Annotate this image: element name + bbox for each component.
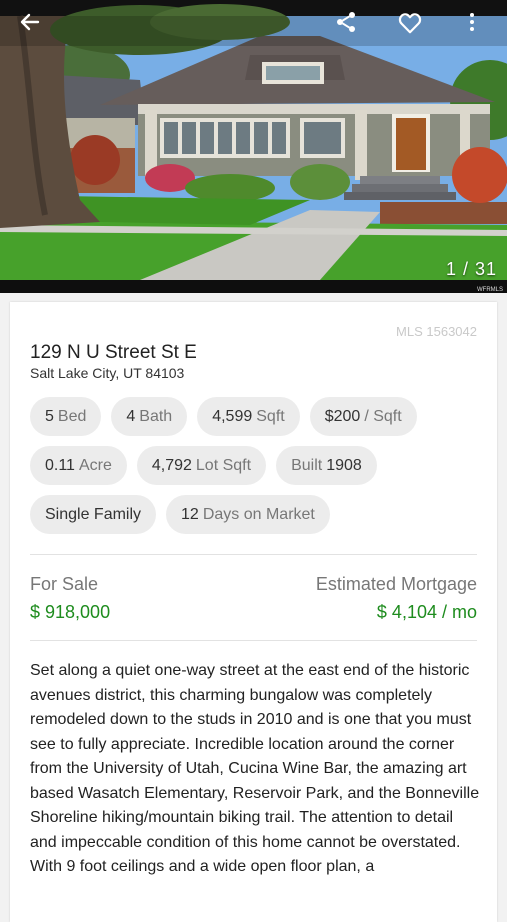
- baths-value: 4: [126, 407, 136, 425]
- acre-label: Acre: [78, 456, 112, 474]
- heart-outline-icon: [398, 13, 422, 34]
- beds-label: Bed: [57, 407, 87, 425]
- beds-value: 5: [45, 407, 54, 425]
- photo-watermark: WFRMLS: [477, 287, 503, 293]
- built-label: Built: [291, 456, 323, 474]
- listing-price: $ 918,000: [30, 602, 111, 622]
- mls-number: MLS 1563042: [396, 324, 477, 339]
- back-button[interactable]: [18, 10, 48, 40]
- facts-chips: 5 Bed 4 Bath 4,599 Sqft $200/ Sqft 0.11 Acre…: [30, 397, 490, 544]
- sqft-label: Sqft: [256, 407, 285, 425]
- mortgage-label[interactable]: Estimated Mortgage: [316, 574, 477, 595]
- lot-value: 4,792: [151, 456, 192, 474]
- chip-year-built: Built 1908: [276, 446, 377, 485]
- address-street: 129 N U Street St E: [30, 342, 197, 363]
- sqft-value: 4,599: [212, 407, 253, 425]
- more-vertical-icon: [470, 13, 474, 31]
- ppsf-value: $200: [324, 407, 361, 425]
- share-button[interactable]: [334, 10, 364, 40]
- chip-price-per-sqft: $200/ Sqft: [309, 397, 417, 436]
- address-city: Salt Lake City, UT 84103: [30, 365, 185, 381]
- chip-acre: 0.11 Acre: [30, 446, 127, 485]
- status-label: For Sale: [30, 574, 99, 594]
- ppsf-label: / Sqft: [364, 407, 402, 425]
- chip-beds: 5 Bed: [30, 397, 102, 436]
- listing-description: Set along a quiet one-way street at the …: [30, 662, 480, 875]
- divider: [30, 554, 477, 555]
- photo-counter: 1 / 31: [445, 259, 497, 279]
- arrow-left-icon: [20, 13, 40, 31]
- house-photo-illustration: [0, 0, 507, 293]
- baths-label: Bath: [139, 407, 173, 425]
- mortgage-value[interactable]: $ 4,104 / mo: [377, 602, 477, 623]
- divider: [30, 640, 477, 641]
- built-value: 1908: [326, 456, 362, 474]
- share-icon: [337, 12, 355, 32]
- dom-label: Days on Market: [202, 505, 315, 523]
- chip-baths: 4 Bath: [111, 397, 188, 436]
- chip-sqft: 4,599 Sqft: [197, 397, 300, 436]
- favorite-button[interactable]: [397, 10, 427, 40]
- chip-days-on-market: 12 Days on Market: [166, 495, 330, 534]
- chip-lot-sqft: 4,792 Lot Sqft: [136, 446, 267, 485]
- more-options-button[interactable]: [460, 10, 490, 40]
- chip-property-type: Single Family: [30, 495, 157, 534]
- property-type-value: Single Family: [45, 505, 142, 523]
- listing-photo[interactable]: 1 / 31 WFRMLS: [0, 0, 507, 293]
- dom-value: 12: [181, 505, 199, 523]
- listing-details-card: MLS 1563042 129 N U Street St E Salt Lak…: [10, 302, 497, 922]
- acre-value: 0.11: [45, 456, 75, 474]
- lot-label: Lot Sqft: [195, 456, 252, 474]
